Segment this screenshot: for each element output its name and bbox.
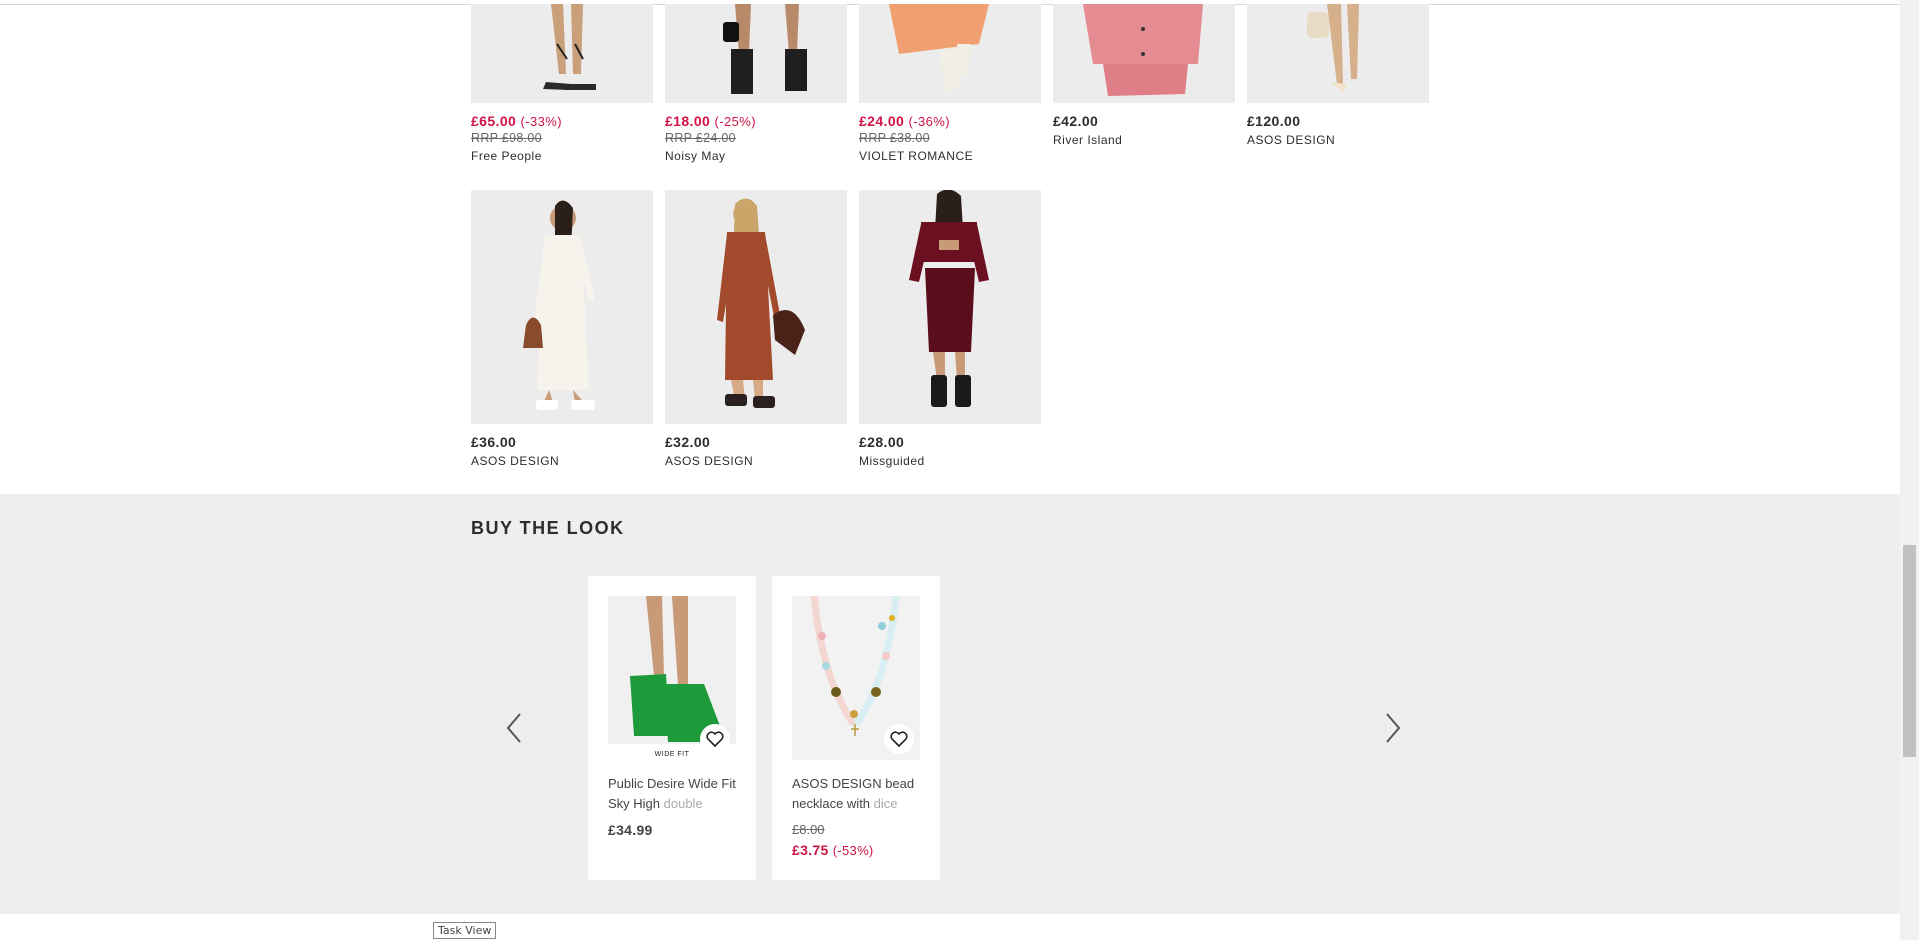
- discount: (-25%): [714, 114, 756, 129]
- brand-name: Missguided: [859, 454, 925, 468]
- title-fade-text: double: [663, 796, 703, 811]
- product-image[interactable]: [1247, 4, 1429, 103]
- discount: (-33%): [520, 114, 562, 129]
- product-card[interactable]: £24.00 (-36%) RRP £38.00 VIOLET ROMANCE: [859, 4, 1041, 163]
- chevron-right-icon: [1386, 713, 1401, 743]
- was-price: £8.00: [792, 822, 825, 837]
- product-title[interactable]: ASOS DESIGN bead necklace with dice: [792, 774, 922, 814]
- product-title[interactable]: Public Desire Wide Fit Sky High double: [608, 774, 738, 814]
- sale-price: £3.75 (-53%): [792, 842, 874, 858]
- product-image[interactable]: [471, 190, 653, 424]
- product-card[interactable]: £120.00 ASOS DESIGN: [1247, 4, 1429, 147]
- heart-icon: [706, 731, 724, 747]
- price: £32.00: [665, 434, 711, 450]
- price: £42.00: [1053, 113, 1099, 129]
- rrp-price: RRP £98.00: [471, 131, 542, 145]
- product-image[interactable]: [1053, 4, 1235, 103]
- brand-name: Noisy May: [665, 149, 726, 163]
- price: £120.00: [1247, 113, 1301, 129]
- sale-price-value: £3.75: [792, 842, 829, 858]
- product-image[interactable]: [792, 596, 920, 760]
- product-card[interactable]: £32.00 ASOS DESIGN: [665, 190, 847, 468]
- brand-name: ASOS DESIGN: [471, 454, 560, 468]
- vertical-scrollbar[interactable]: [1900, 0, 1919, 940]
- save-for-later-button[interactable]: [700, 724, 730, 754]
- carousel-next-button[interactable]: [1377, 710, 1407, 746]
- product-card[interactable]: £65.00 (-33%) RRP £98.00 Free People: [471, 4, 653, 163]
- price: £36.00: [471, 434, 517, 450]
- heart-icon: [890, 731, 908, 747]
- brand-name: VIOLET ROMANCE: [859, 149, 974, 163]
- carousel-prev-button[interactable]: [500, 710, 530, 746]
- scrollbar-thumb[interactable]: [1903, 545, 1916, 757]
- orange-dress-image: [859, 4, 1041, 103]
- product-card[interactable]: £36.00 ASOS DESIGN: [471, 190, 653, 468]
- product-card[interactable]: £28.00 Missguided: [859, 190, 1041, 468]
- look-product-card[interactable]: WIDE FIT Public Desire Wide Fit Sky High…: [588, 576, 756, 880]
- product-card[interactable]: £42.00 River Island: [1053, 4, 1235, 147]
- heels-image: [1247, 4, 1429, 103]
- rust-dress-image: [665, 190, 847, 424]
- section-title: BUY THE LOOK: [471, 518, 625, 538]
- white-knit-dress-image: [471, 190, 653, 424]
- maroon-dress-image: [859, 190, 1041, 424]
- brand-name: River Island: [1053, 133, 1123, 147]
- product-image[interactable]: WIDE FIT: [608, 596, 736, 760]
- product-image[interactable]: [665, 190, 847, 424]
- save-for-later-button[interactable]: [884, 724, 914, 754]
- look-product-card[interactable]: ASOS DESIGN bead necklace with dice £8.0…: [772, 576, 940, 880]
- pink-dress-image: [1053, 4, 1235, 103]
- brand-name: Free People: [471, 149, 542, 163]
- sale-price: £24.00: [859, 113, 905, 129]
- discount: (-53%): [832, 843, 874, 858]
- price: £34.99: [608, 822, 653, 838]
- product-image[interactable]: [665, 4, 847, 103]
- brand-name: ASOS DESIGN: [1247, 133, 1336, 147]
- rrp-price: RRP £38.00: [859, 131, 930, 145]
- product-image[interactable]: [859, 190, 1041, 424]
- brand-name: ASOS DESIGN: [665, 454, 754, 468]
- buy-the-look-section: [0, 494, 1900, 914]
- legs-sandals-image: [471, 4, 653, 103]
- product-card[interactable]: £18.00 (-25%) RRP £24.00 Noisy May: [665, 4, 847, 163]
- discount: (-36%): [908, 114, 950, 129]
- chevron-left-icon: [506, 713, 521, 743]
- product-image[interactable]: [859, 4, 1041, 103]
- price: £28.00: [859, 434, 905, 450]
- boots-image: [665, 4, 847, 103]
- taskbar-tooltip: Task View: [433, 922, 497, 939]
- rrp-price: RRP £24.00: [665, 131, 736, 145]
- sale-price: £65.00: [471, 113, 517, 129]
- page-footer-strip: [0, 914, 1900, 940]
- sale-price: £18.00: [665, 113, 711, 129]
- title-fade-text: dice: [873, 796, 898, 811]
- product-image[interactable]: [471, 4, 653, 103]
